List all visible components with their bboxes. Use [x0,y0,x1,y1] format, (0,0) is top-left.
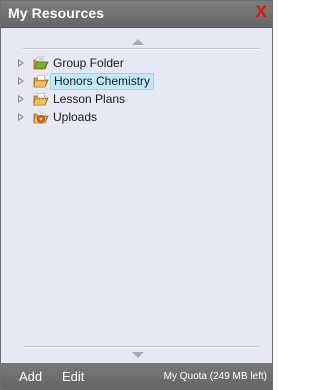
scroll-up-arrow-icon[interactable] [132,39,144,45]
expand-arrow-icon[interactable] [18,95,24,103]
quota-status: My Quota (249 MB left) [163,371,267,382]
add-button[interactable]: Add [19,369,42,384]
tree-item-label[interactable]: Uploads [50,109,100,126]
close-icon[interactable]: X [254,3,268,20]
uploads-folder-icon [33,113,49,124]
scroll-down-arrow-icon[interactable] [132,352,144,358]
group-folder-icon [33,56,49,70]
edit-button[interactable]: Edit [62,369,84,384]
title-bar: My Resources X [1,1,272,28]
my-resources-panel: My Resources X Group Folder Honors Chemi… [0,0,273,390]
tree-item-lesson-plans[interactable]: Lesson Plans [15,91,255,109]
expand-arrow-icon[interactable] [18,59,24,67]
top-divider [23,48,259,50]
tree-item-group-folder[interactable]: Group Folder [15,55,255,73]
folder-icon [33,92,49,106]
expand-arrow-icon[interactable] [18,77,24,85]
resource-tree: Group Folder Honors Chemistry Lesson Pla… [15,55,255,127]
folder-icon [33,74,49,88]
expand-arrow-icon[interactable] [18,113,24,121]
bottom-divider [23,346,259,348]
panel-title: My Resources [8,5,105,21]
tree-item-uploads[interactable]: Uploads [15,109,255,127]
tree-item-honors-chemistry[interactable]: Honors Chemistry [15,73,255,91]
tree-item-label[interactable]: Lesson Plans [50,91,128,108]
tree-item-label[interactable]: Group Folder [50,55,127,72]
footer-bar: Add Edit My Quota (249 MB left) [1,363,272,389]
tree-item-label[interactable]: Honors Chemistry [50,73,155,90]
